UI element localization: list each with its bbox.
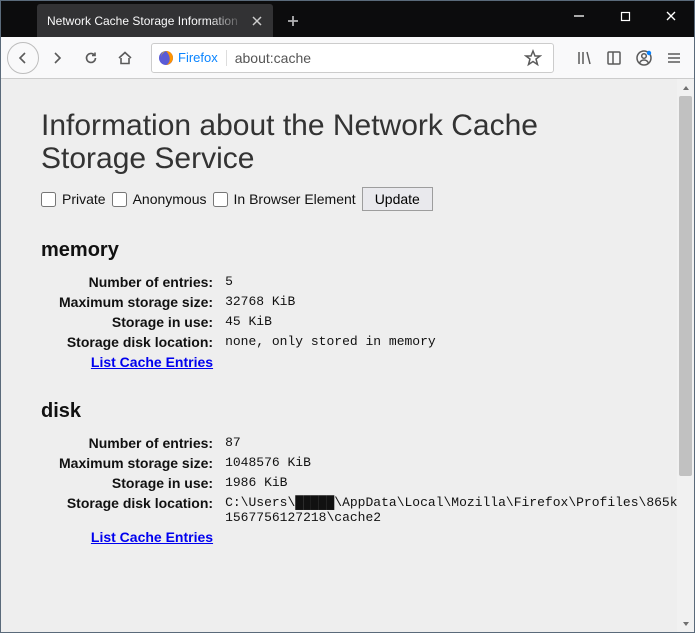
identity-label: Firefox	[178, 50, 218, 65]
site-identity[interactable]: Firefox	[158, 50, 227, 66]
maximize-button[interactable]	[602, 1, 648, 31]
memory-disk-loc: none, only stored in memory	[219, 332, 442, 352]
account-icon[interactable]	[630, 44, 658, 72]
table-row: Number of entries: 5	[53, 272, 442, 292]
nav-toolbar: Firefox	[1, 37, 694, 79]
private-checkbox[interactable]	[41, 192, 56, 207]
table-row: List Cache Entries	[53, 352, 442, 372]
scroll-down-arrow-icon[interactable]	[677, 615, 694, 632]
memory-in-use: 45 KiB	[219, 312, 442, 332]
label-max-size: Maximum storage size:	[53, 292, 219, 312]
label-in-use: Storage in use:	[53, 473, 219, 493]
update-button[interactable]: Update	[362, 187, 433, 211]
table-row: Storage in use: 1986 KiB	[53, 473, 579, 493]
home-button[interactable]	[109, 42, 141, 74]
disk-max-size: 1048576 KiB	[219, 453, 579, 473]
page-body: Information about the Network Cache Stor…	[1, 79, 677, 632]
context-form: Private Anonymous In Browser Element Upd…	[41, 187, 637, 211]
label-max-size: Maximum storage size:	[53, 453, 219, 473]
tab-title: Network Cache Storage Information	[47, 14, 249, 28]
anonymous-checkbox[interactable]	[112, 192, 127, 207]
label-num-entries: Number of entries:	[53, 272, 219, 292]
toolbar-right	[570, 44, 688, 72]
label-disk-loc: Storage disk location:	[53, 493, 219, 527]
anonymous-checkbox-label[interactable]: Anonymous	[112, 191, 207, 207]
table-row: Maximum storage size: 32768 KiB	[53, 292, 442, 312]
table-row: Number of entries: 87	[53, 433, 579, 453]
table-row: Storage disk location: C:\Users\█████\Ap…	[53, 493, 579, 527]
bookmark-star-icon[interactable]	[519, 44, 547, 72]
table-row: Storage disk location: none, only stored…	[53, 332, 442, 352]
table-row: List Cache Entries	[53, 527, 579, 547]
new-tab-button[interactable]	[279, 7, 307, 35]
private-checkbox-label[interactable]: Private	[41, 191, 106, 207]
back-button[interactable]	[7, 42, 39, 74]
inbrowser-label-text: In Browser Element	[234, 191, 356, 207]
firefox-brand-icon	[158, 50, 174, 66]
label-disk-loc: Storage disk location:	[53, 332, 219, 352]
disk-disk-loc: C:\Users\█████\AppData\Local\Mozilla\Fir…	[219, 493, 579, 527]
inbrowser-checkbox[interactable]	[213, 192, 228, 207]
titlebar: Network Cache Storage Information	[1, 1, 694, 37]
content-area: Information about the Network Cache Stor…	[1, 79, 694, 632]
inbrowser-checkbox-label[interactable]: In Browser Element	[213, 191, 356, 207]
anonymous-label-text: Anonymous	[133, 191, 207, 207]
forward-button[interactable]	[41, 42, 73, 74]
close-tab-icon[interactable]	[249, 13, 265, 29]
browser-tab[interactable]: Network Cache Storage Information	[37, 4, 273, 37]
memory-heading: memory	[41, 239, 637, 262]
list-entries-link-disk[interactable]: List Cache Entries	[91, 529, 213, 545]
private-label-text: Private	[62, 191, 106, 207]
sidebar-icon[interactable]	[600, 44, 628, 72]
scroll-up-arrow-icon[interactable]	[677, 79, 694, 96]
label-in-use: Storage in use:	[53, 312, 219, 332]
close-window-button[interactable]	[648, 1, 694, 31]
url-bar[interactable]: Firefox	[151, 43, 554, 73]
memory-max-size: 32768 KiB	[219, 292, 442, 312]
vertical-scrollbar[interactable]	[677, 79, 694, 632]
url-input[interactable]	[233, 49, 513, 67]
disk-info-table: Number of entries: 87 Maximum storage si…	[53, 433, 579, 547]
label-num-entries: Number of entries:	[53, 433, 219, 453]
disk-num-entries: 87	[219, 433, 579, 453]
tab-strip: Network Cache Storage Information	[1, 1, 307, 37]
minimize-button[interactable]	[556, 1, 602, 31]
scroll-thumb[interactable]	[679, 96, 692, 476]
list-entries-link-memory[interactable]: List Cache Entries	[91, 354, 213, 370]
memory-num-entries: 5	[219, 272, 442, 292]
memory-info-table: Number of entries: 5 Maximum storage siz…	[53, 272, 442, 372]
menu-icon[interactable]	[660, 44, 688, 72]
table-row: Storage in use: 45 KiB	[53, 312, 442, 332]
table-row: Maximum storage size: 1048576 KiB	[53, 453, 579, 473]
scroll-track[interactable]	[677, 96, 694, 615]
page-title: Information about the Network Cache Stor…	[41, 109, 637, 175]
disk-heading: disk	[41, 400, 637, 423]
reload-button[interactable]	[75, 42, 107, 74]
library-icon[interactable]	[570, 44, 598, 72]
disk-in-use: 1986 KiB	[219, 473, 579, 493]
window-controls	[556, 1, 694, 31]
